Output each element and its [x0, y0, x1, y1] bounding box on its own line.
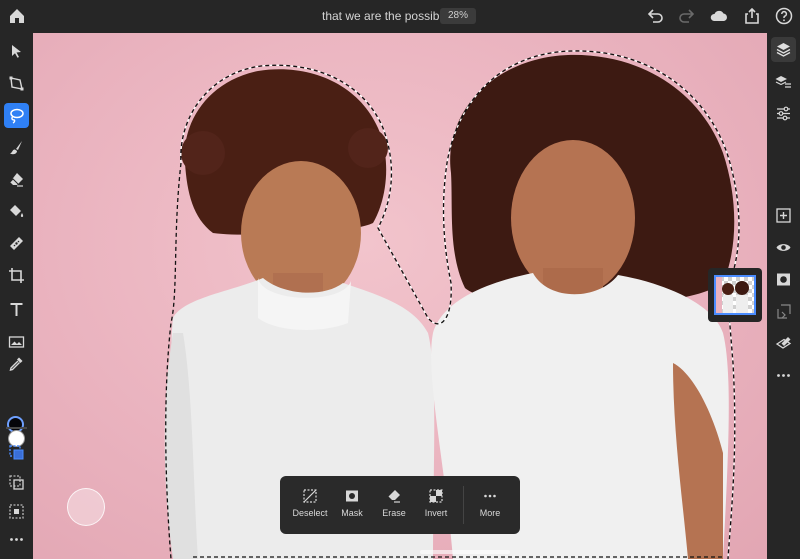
fill-icon[interactable] [4, 199, 29, 224]
mask-icon [346, 490, 358, 502]
mask-button[interactable]: Mask [330, 476, 374, 534]
add-selection-icon[interactable] [4, 470, 29, 495]
home-icon[interactable] [6, 5, 28, 27]
type-icon[interactable] [4, 297, 29, 322]
invert-icon [429, 489, 443, 503]
deselect-button[interactable]: Deselect [288, 476, 332, 534]
layer-settings-icon[interactable] [771, 331, 796, 356]
deselect-icon [303, 489, 317, 503]
invert-button[interactable]: Invert [414, 476, 458, 534]
lasso-icon[interactable] [4, 103, 29, 128]
selection-task-bar: Deselect Mask Erase Invert More [280, 476, 520, 534]
cloud-icon[interactable] [709, 6, 729, 26]
more-icon [484, 494, 496, 498]
subtract-selection-icon[interactable] [4, 499, 29, 524]
eyedropper-icon[interactable] [4, 351, 29, 376]
adjustments-icon[interactable] [771, 101, 796, 126]
new-selection-icon[interactable] [4, 440, 29, 465]
transform-icon[interactable] [4, 71, 29, 96]
top-bar: that we are the possible 28% [0, 0, 800, 33]
right-toolbar [767, 33, 800, 559]
clip-icon[interactable] [771, 299, 796, 324]
share-icon[interactable] [742, 6, 762, 26]
zoom-level[interactable]: 28% [440, 8, 476, 24]
mask-label: Mask [341, 508, 363, 518]
erase-button[interactable]: Erase [372, 476, 416, 534]
redo-icon[interactable] [677, 6, 697, 26]
crop-icon[interactable] [4, 263, 29, 288]
touch-shortcut[interactable] [67, 488, 105, 526]
mask-icon[interactable] [771, 267, 796, 292]
add-layer-icon[interactable] [771, 203, 796, 228]
home-indicator [420, 550, 510, 554]
erase-label: Erase [382, 508, 406, 518]
more-icon[interactable] [4, 527, 29, 552]
layer-properties-icon[interactable] [771, 69, 796, 94]
help-icon[interactable] [774, 6, 794, 26]
document-title[interactable]: that we are the possible [322, 9, 449, 23]
more-label: More [479, 508, 501, 518]
healing-icon[interactable] [4, 231, 29, 256]
deselect-label: Deselect [292, 508, 328, 518]
undo-icon[interactable] [645, 6, 665, 26]
eraser-icon[interactable] [4, 167, 29, 192]
select-icon[interactable] [4, 39, 29, 64]
eraser-icon [388, 490, 400, 503]
visibility-icon[interactable] [771, 235, 796, 260]
layer-thumbnail[interactable] [708, 268, 762, 322]
toolbar-divider [6, 427, 27, 429]
task-bar-divider [463, 486, 464, 524]
brush-icon[interactable] [4, 135, 29, 160]
invert-label: Invert [424, 508, 448, 518]
more-button[interactable]: More [468, 476, 512, 534]
left-toolbar [0, 33, 33, 559]
layer-preview [714, 275, 756, 315]
layers-icon[interactable] [771, 37, 796, 62]
more-icon[interactable] [771, 363, 796, 388]
